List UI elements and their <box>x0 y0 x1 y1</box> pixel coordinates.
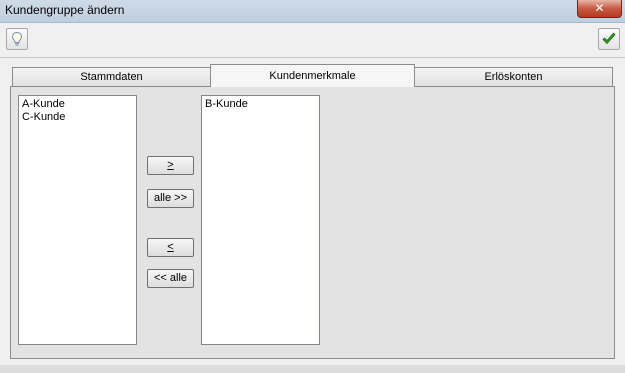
tab-panel: A-Kunde C-Kunde > alle >> < << alle B-Ku… <box>10 86 615 359</box>
title-bar: Kundengruppe ändern ✕ <box>0 0 625 23</box>
checkmark-icon <box>602 32 616 45</box>
lightbulb-icon <box>11 31 23 46</box>
remove-one-button[interactable]: < <box>147 238 194 257</box>
close-icon: ✕ <box>594 1 605 15</box>
add-one-button[interactable]: > <box>147 156 194 175</box>
list-item[interactable]: C-Kunde <box>22 111 133 124</box>
add-all-button[interactable]: alle >> <box>147 189 194 208</box>
list-item[interactable]: B-Kunde <box>205 98 316 111</box>
list-item[interactable]: A-Kunde <box>22 98 133 111</box>
selected-listbox[interactable]: B-Kunde <box>201 95 320 345</box>
toolbar <box>0 23 625 58</box>
tab-kundenmerkmale[interactable]: Kundenmerkmale <box>210 64 415 87</box>
close-button[interactable]: ✕ <box>577 0 622 18</box>
window-title: Kundengruppe ändern <box>5 3 125 17</box>
confirm-button[interactable] <box>598 28 620 50</box>
hint-button[interactable] <box>6 28 28 50</box>
available-listbox[interactable]: A-Kunde C-Kunde <box>18 95 137 345</box>
tab-erloeskonten[interactable]: Erlöskonten <box>414 67 613 86</box>
window-bottom-border <box>0 365 625 373</box>
remove-all-button[interactable]: << alle <box>147 269 194 288</box>
tab-stammdaten[interactable]: Stammdaten <box>12 67 211 86</box>
